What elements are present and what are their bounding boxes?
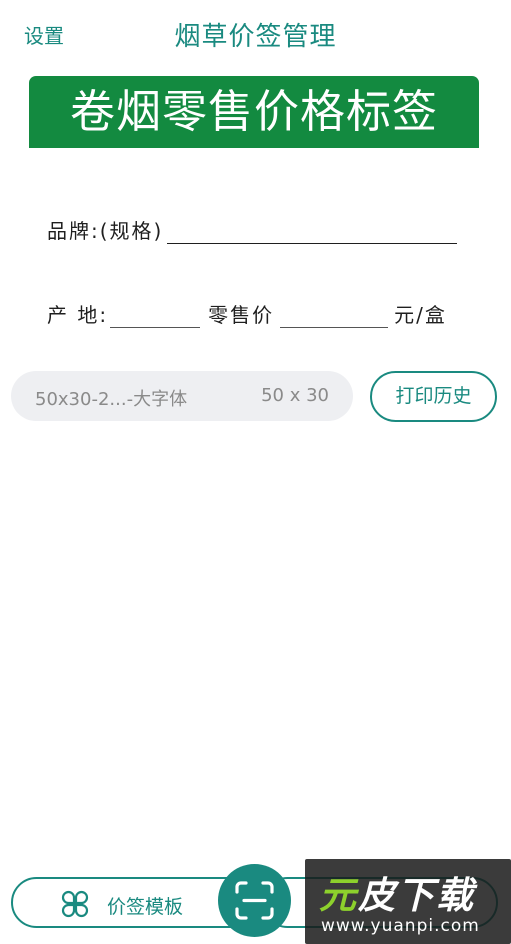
- top-bar: 设置 烟草价签管理: [0, 0, 511, 64]
- label-banner-title: 卷烟零售价格标签: [29, 76, 479, 148]
- origin-label: 产 地:: [47, 303, 109, 327]
- template-selector[interactable]: 50x30-2...-大字体 50 x 30: [11, 371, 353, 421]
- origin-price-row: 产 地: 零售价 元/盒: [47, 300, 457, 328]
- price-label-preview: 卷烟零售价格标签 品牌:(规格) 产 地: 零售价 元/盒: [29, 76, 479, 352]
- price-template-label: 价签模板: [107, 896, 184, 918]
- brand-blank-line: [167, 220, 457, 244]
- watermark-overlay: 元皮下载 www.yuanpi.com: [305, 859, 511, 944]
- retail-price-label: 零售价: [208, 303, 275, 327]
- watermark-logo: 元皮下载: [319, 874, 475, 917]
- template-size: 50 x 30: [261, 385, 329, 406]
- clover-icon: [61, 890, 89, 918]
- brand-label: 品牌:(规格): [47, 219, 164, 243]
- scan-icon: [235, 881, 274, 920]
- template-name: 50x30-2...-大字体: [35, 389, 188, 410]
- watermark-url: www.yuanpi.com: [321, 916, 480, 936]
- price-blank-line: [280, 304, 389, 328]
- origin-blank-line: [110, 304, 201, 328]
- print-history-button[interactable]: 打印历史: [370, 371, 497, 422]
- price-unit-label: 元/盒: [394, 303, 447, 327]
- page-title: 烟草价签管理: [174, 22, 337, 52]
- scan-button[interactable]: [218, 864, 291, 937]
- brand-field-row: 品牌:(规格): [47, 216, 457, 244]
